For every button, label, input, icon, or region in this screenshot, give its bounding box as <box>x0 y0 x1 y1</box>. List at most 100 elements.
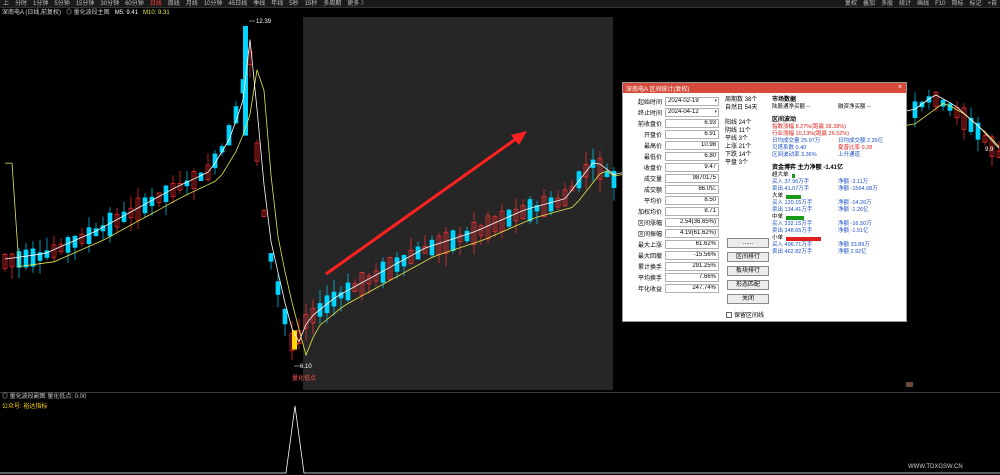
period-tab[interactable]: 30分钟 <box>97 0 122 8</box>
period-tab[interactable]: 季线 <box>250 0 268 8</box>
svg-text:量化低点: 量化低点 <box>292 374 316 382</box>
high-label: 12.39 <box>249 19 272 25</box>
stat-row: 终止时间 2024-04-12 <box>627 107 723 118</box>
stat-label: 最大回撤 <box>637 254 662 260</box>
indicator-name[interactable]: ◎ 量化波段主图 <box>66 9 110 17</box>
tool-button[interactable]: F10 <box>932 0 948 8</box>
order-buy: 买入 332.15万手 <box>772 221 813 227</box>
stat-value: 6.80 <box>665 152 719 161</box>
period-tab[interactable]: 月线 <box>183 0 201 8</box>
stat-value: 8.50 <box>665 196 719 205</box>
date-picker[interactable]: 2024-02-19 <box>665 97 719 106</box>
period-tab[interactable]: 45日线 <box>226 0 251 8</box>
checkbox-label: 保留区间线 <box>734 313 765 319</box>
net-flow-bar <box>786 194 802 199</box>
candle-body <box>268 253 274 262</box>
candle-body <box>23 249 29 268</box>
stat-row: 最大上涨 61.62% <box>627 239 723 250</box>
order-buy: 买入 37.96万手 <box>772 179 810 185</box>
stat-value: 61.62% <box>665 240 719 249</box>
period-count: 周期数 38个 <box>725 97 758 103</box>
watermark: WWW.TDXGSW.CN <box>908 464 963 470</box>
dialog-title-bar[interactable]: 深南电A 区间统计(复权) <box>623 83 906 93</box>
tool-button[interactable]: 多股 <box>878 0 896 8</box>
period-tab[interactable]: 10分钟 <box>201 0 226 8</box>
interval-stat: 日均成交额 2.26亿 <box>838 138 884 144</box>
checkbox-icon[interactable] <box>726 311 732 318</box>
stat-value: 6.93 <box>665 119 719 128</box>
candle-body <box>548 197 554 212</box>
tool-button[interactable]: 画线 <box>914 0 932 8</box>
tool-button[interactable]: 统计 <box>896 0 914 8</box>
net-flow-bar <box>786 236 822 241</box>
keep-interval-checkbox[interactable]: 保留区间线 <box>726 310 764 319</box>
order-size-label: 大单 <box>772 193 784 199</box>
order-sell: 卖出 462.82万手 <box>772 249 813 255</box>
tool-button[interactable]: 叠加 <box>860 0 878 8</box>
period-tab[interactable]: 15分钟 <box>73 0 98 8</box>
interval-rank-button[interactable]: 区间排行 <box>727 252 769 262</box>
stat-row: 前收盘价 6.93 <box>627 118 723 129</box>
sector-rank-button[interactable]: 板块排行 <box>727 266 769 276</box>
interval-stat <box>838 131 904 138</box>
stat-value: 7.66% <box>665 273 719 282</box>
stat-label: 终止时间 <box>637 111 662 117</box>
more-button[interactable]: ...... <box>727 238 769 248</box>
stat-value: 9870175 <box>665 174 719 183</box>
period-tab[interactable]: 多周期 <box>320 0 344 8</box>
candle-body <box>604 171 610 178</box>
stat-value: 2.54(36.65%) <box>665 218 719 227</box>
stat-value: 8.71 <box>665 207 719 216</box>
ma5-value: M5: 9.41 <box>114 10 139 16</box>
tool-button[interactable]: 复权 <box>842 0 860 8</box>
tool-button[interactable]: 简标 <box>948 0 966 8</box>
period-tab[interactable]: 更多 〉 <box>344 0 370 8</box>
period-tab[interactable]: 15秒 <box>302 0 321 8</box>
date-picker[interactable]: 2024-04-12 <box>665 108 719 117</box>
period-tab[interactable]: 年线 <box>268 0 286 8</box>
stat-value: 10.98 <box>665 141 719 150</box>
stat-value: 6.91 <box>665 130 719 139</box>
candle-body <box>30 248 36 267</box>
right-price-mark: 9.9 <box>985 147 994 153</box>
close-icon[interactable]: × <box>896 84 904 92</box>
pattern-match-button[interactable]: 形态匹配 <box>727 280 769 290</box>
stat-label: 最大上涨 <box>637 243 662 249</box>
capital-game-title: 资金博弈 主力净额 -1.41亿 <box>772 165 844 171</box>
period-tab[interactable]: 60分钟 <box>122 0 147 8</box>
order-net: 净额 -1.51亿 <box>838 228 869 234</box>
yin-count: 阴线 11个 <box>725 128 751 134</box>
period-tab[interactable]: 日线 <box>147 0 165 8</box>
interval-stat: 指数涨幅 8.27%(跑赢 28.38%) <box>772 124 846 130</box>
tool-button[interactable]: +自 <box>984 0 1000 8</box>
period-tab[interactable]: 5秒 <box>286 0 301 8</box>
stat-label: 区间涨幅 <box>637 221 662 227</box>
yang-count: 阳线 24个 <box>725 120 752 126</box>
stat-row: 累计换手 291.25% <box>627 261 723 272</box>
stat-row: 区间涨幅 2.54(36.65%) <box>627 217 723 228</box>
stat-label: 区间振幅 <box>637 232 662 238</box>
period-tab[interactable]: 5分钟 <box>51 0 72 8</box>
close-button[interactable]: 关闭 <box>727 294 769 304</box>
tool-button[interactable]: 标记 <box>966 0 984 8</box>
interval-stat: 上升通道 <box>838 152 861 158</box>
period-tab[interactable]: 1分钟 <box>30 0 51 8</box>
sub-chart-note: 公众号: 裕达指标 <box>2 404 48 410</box>
period-tab[interactable]: 周线 <box>165 0 183 8</box>
stat-label: 平均价 <box>643 199 662 205</box>
order-net: 净额 -14.26万 <box>838 200 872 206</box>
stat-row: 收盘价 9.47 <box>627 162 723 173</box>
ma10-value: M10: 9.31 <box>143 10 170 16</box>
interval-stats-dialog: 深南电A 区间统计(复权) × 起始时间2024-02-19终止时间2024-0… <box>622 82 907 322</box>
candle-body <box>275 281 281 295</box>
stat-label: 最高价 <box>643 144 662 150</box>
market-data-title: 市场数据 <box>772 97 797 103</box>
order-size-label: 中单 <box>772 214 784 220</box>
svg-text:12.39: 12.39 <box>256 19 272 25</box>
period-tab[interactable]: 分时 <box>12 0 30 8</box>
period-tab[interactable]: 上 <box>0 0 12 8</box>
sub-indicator-chart[interactable] <box>0 392 1000 475</box>
stat-label: 年化收益 <box>637 287 662 293</box>
order-buy: 买入 120.15万手 <box>772 200 813 206</box>
stat-row: 平均价 8.50 <box>627 195 723 206</box>
